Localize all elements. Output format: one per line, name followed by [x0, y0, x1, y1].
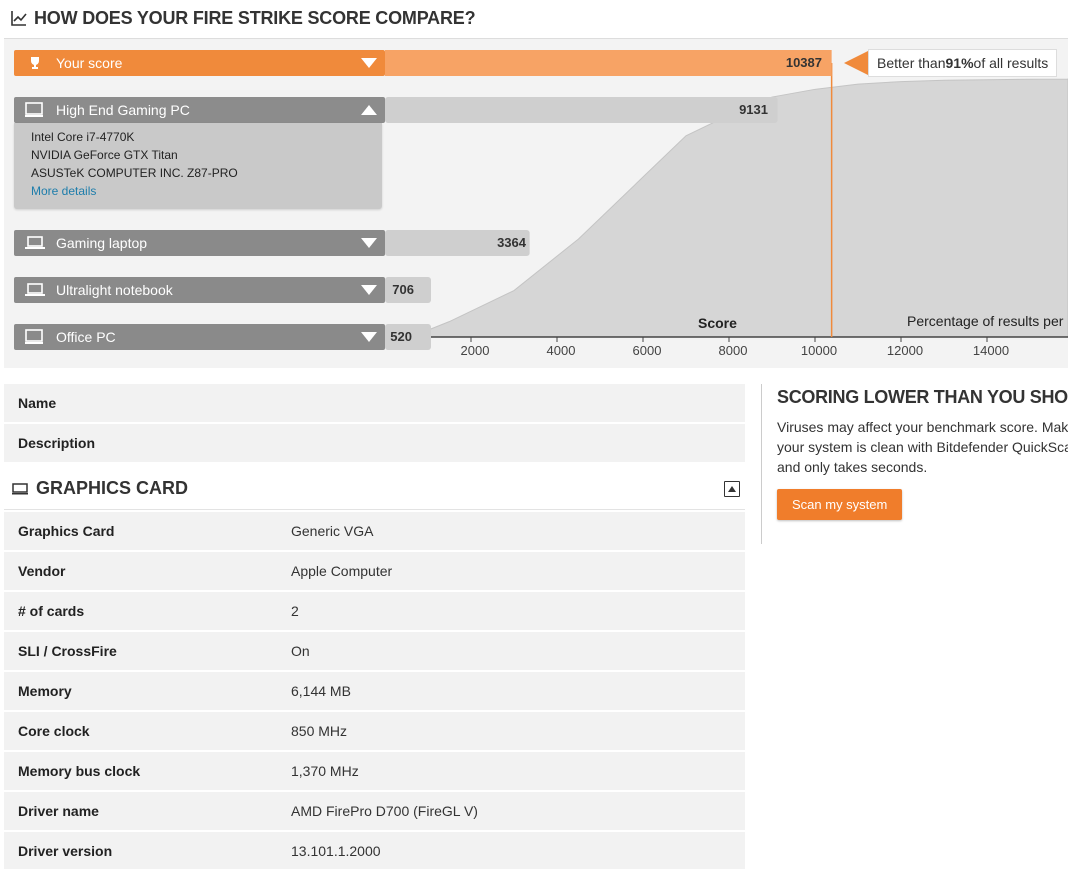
row-value: Generic VGA: [291, 523, 374, 539]
row-key: # of cards: [18, 603, 85, 619]
section-header: HOW DOES YOUR FIRE STRIKE SCORE COMPARE?: [10, 6, 476, 30]
row-key: Graphics Card: [18, 523, 115, 539]
caret-up-icon: [728, 486, 736, 492]
table-row: Description: [4, 424, 745, 464]
table-row: Memory bus clock 1,370 MHz: [4, 752, 745, 792]
row-key: Description: [18, 435, 96, 451]
graphics-card-table: Graphics Card Generic VGA Vendor Apple Comp…: [4, 512, 745, 869]
y-axis-title: Percentage of results per: [907, 313, 1064, 329]
table-row: SLI / CrossFire On: [4, 632, 745, 672]
row-label-text: Office PC: [56, 329, 116, 345]
x-tick-label: 4000: [546, 343, 576, 358]
row-key: Memory: [18, 683, 72, 699]
row-key: Name: [18, 395, 57, 411]
row-office-pc[interactable]: Office PC: [14, 324, 385, 350]
chevron-up-icon[interactable]: [361, 105, 377, 115]
percentile-prefix: Better than: [877, 55, 946, 71]
table-row: Vendor Apple Computer: [4, 552, 745, 592]
trophy-icon: [31, 57, 39, 69]
chevron-down-icon[interactable]: [361, 238, 377, 248]
x-tick-label: 6000: [632, 343, 662, 358]
row-value: 850 MHz: [291, 723, 348, 739]
bar-value-office-pc: 520: [390, 329, 412, 344]
percentile-suffix: of all results: [973, 55, 1049, 71]
section-title: GRAPHICS CARD: [36, 478, 189, 498]
chevron-down-icon[interactable]: [361, 58, 377, 68]
row-key: Memory bus clock: [18, 763, 141, 779]
table-row: Name: [4, 384, 745, 424]
row-key: Driver version: [18, 843, 113, 859]
table-row: # of cards 2: [4, 592, 745, 632]
bar-value-high-end: 9131: [739, 102, 768, 117]
bar-value-your-score: 10387: [785, 55, 822, 70]
scan-system-button[interactable]: Scan my system: [777, 489, 903, 520]
detail-gpu: NVIDIA GeForce GTX Titan: [31, 148, 178, 162]
security-promo: SCORING LOWER THAN YOU SHOU Viruses may …: [761, 384, 1068, 544]
promo-title: SCORING LOWER THAN YOU SHOU: [777, 387, 1068, 407]
more-details-link[interactable]: More details: [31, 184, 96, 198]
detail-board: ASUSTeK COMPUTER INC. Z87-PRO: [31, 166, 238, 180]
promo-line-1: Viruses may affect your benchmark score.…: [777, 419, 1068, 435]
row-value: AMD FirePro D700 (FireGL V): [291, 803, 478, 819]
row-key: Driver name: [18, 803, 99, 819]
row-your-score[interactable]: Your score: [14, 50, 385, 76]
table-row: Driver version 13.101.1.2000: [4, 832, 745, 869]
row-label-text: High End Gaming PC: [56, 102, 190, 118]
row-ultralight-notebook[interactable]: Ultralight notebook: [14, 277, 385, 303]
x-tick-label: 8000: [718, 343, 748, 358]
x-tick-label: 14000: [972, 343, 1010, 358]
row-key: Core clock: [18, 723, 90, 739]
monitor-icon: [12, 482, 28, 494]
graphics-card-header: GRAPHICS CARD: [4, 468, 745, 510]
row-value: 2: [291, 603, 299, 619]
row-label-text: Ultralight notebook: [56, 282, 173, 298]
x-tick-label: 2000: [460, 343, 490, 358]
row-gaming-laptop[interactable]: Gaming laptop: [14, 230, 385, 256]
bar-value-ultralight: 706: [392, 282, 414, 297]
row-key: SLI / CrossFire: [18, 643, 117, 659]
promo-line-2: your system is clean with Bitdefender Qu…: [777, 439, 1068, 455]
promo-line-3: and only takes seconds.: [777, 459, 928, 475]
table-row: Driver name AMD FirePro D700 (FireGL V): [4, 792, 745, 832]
row-value: 1,370 MHz: [291, 763, 359, 779]
x-tick-label: 10000: [800, 343, 838, 358]
percentile-callout: Better than 91% of all results: [868, 49, 1058, 77]
row-label-text: Gaming laptop: [56, 235, 148, 251]
row-value: Apple Computer: [291, 563, 393, 579]
chart-line-icon: [11, 11, 27, 26]
row-label-text: Your score: [56, 55, 123, 71]
desktop-icon: [25, 329, 43, 344]
callout-pointer: [844, 51, 868, 75]
high-end-details: Intel Core i7-4770K NVIDIA GeForce GTX T…: [14, 123, 382, 209]
laptop-icon: [25, 283, 45, 296]
x-axis-title: Score: [698, 315, 737, 331]
info-table: Name Description: [4, 384, 745, 464]
collapse-toggle[interactable]: [724, 481, 740, 497]
detail-cpu: Intel Core i7-4770K: [31, 130, 135, 144]
promo-text: Viruses may affect your benchmark score.…: [777, 417, 1068, 477]
row-value: 6,144 MB: [291, 683, 351, 699]
table-row: Core clock 850 MHz: [4, 712, 745, 752]
row-value: 13.101.1.2000: [291, 843, 381, 859]
percentile-value: 91%: [945, 55, 974, 71]
row-value: On: [291, 643, 310, 659]
score-comparison-panel: Your score High End Gaming PC Intel Core…: [4, 38, 1068, 368]
desktop-icon: [25, 102, 43, 117]
row-key: Vendor: [18, 563, 66, 579]
table-row: Memory 6,144 MB: [4, 672, 745, 712]
table-row: Graphics Card Generic VGA: [4, 512, 745, 552]
row-high-end-gaming-pc[interactable]: High End Gaming PC: [14, 97, 385, 123]
laptop-icon: [25, 236, 45, 249]
page-title: HOW DOES YOUR FIRE STRIKE SCORE COMPARE?: [34, 7, 476, 28]
x-tick-label: 12000: [886, 343, 924, 358]
bar-value-gaming-laptop: 3364: [497, 235, 526, 250]
